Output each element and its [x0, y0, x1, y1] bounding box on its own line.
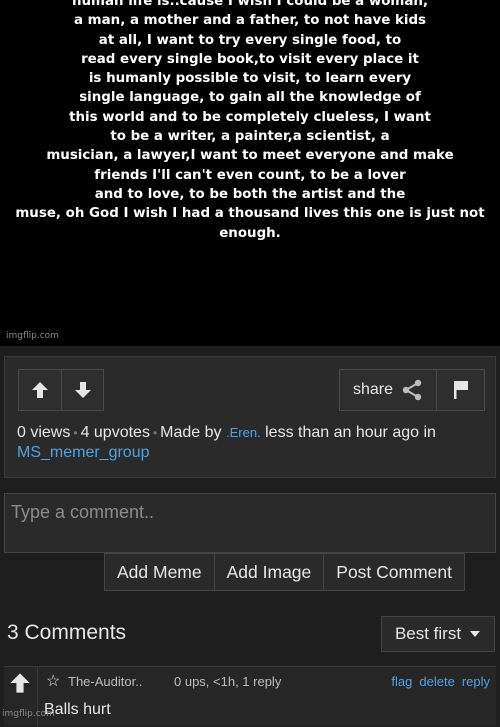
meme-image: human life is..cause I wish I could be a…: [0, 0, 500, 346]
share-label: share: [352, 381, 394, 398]
comment-placeholder: Type a comment..: [11, 502, 155, 522]
share-button[interactable]: share: [340, 370, 437, 410]
add-meme-button[interactable]: Add Meme: [105, 554, 214, 590]
meme-stats: 0 views • 4 upvotes • Made by .Eren. less th…: [17, 424, 436, 461]
vote-buttons: [18, 369, 104, 411]
comment-meta: 0 ups, <1h, 1 reply: [174, 674, 282, 689]
stream-link[interactable]: MS_memer_group: [17, 444, 150, 461]
sort-label: Best first: [394, 624, 462, 643]
maker-link[interactable]: .Eren.: [226, 425, 261, 440]
comment-actions: Add Meme Add Image Post Comment: [104, 553, 465, 591]
add-image-button[interactable]: Add Image: [213, 554, 324, 590]
comment-input[interactable]: Type a comment..: [4, 493, 496, 553]
flag-icon: [453, 381, 468, 399]
downvote-button[interactable]: [61, 370, 103, 410]
upvotes-count: 4 upvotes: [80, 424, 150, 441]
meme-info-panel: share 0 views • 4 upvotes • Made by .Eren. l…: [4, 356, 496, 478]
footer-watermark: imgflip.com: [2, 709, 55, 719]
comment-flag-link[interactable]: flag: [391, 674, 412, 689]
upvote-button[interactable]: [19, 370, 61, 410]
sort-dropdown[interactable]: Best first: [381, 616, 495, 652]
arrow-down-icon: [74, 382, 91, 398]
share-flag-buttons: share: [339, 369, 485, 411]
star-icon: ☆: [46, 673, 61, 690]
comments-count: 3 Comments: [7, 621, 127, 644]
comment-username[interactable]: The-Auditor..: [68, 674, 142, 689]
arrow-up-icon: [32, 382, 48, 398]
views-count: 0 views: [17, 424, 71, 441]
made-by-label: Made by: [160, 424, 222, 441]
comment-delete-link[interactable]: delete: [419, 674, 454, 689]
share-icon: [402, 379, 422, 401]
comment-reply-link[interactable]: reply: [462, 674, 490, 689]
comment-links: flag delete reply: [384, 674, 490, 689]
post-comment-button[interactable]: Post Comment: [323, 554, 464, 590]
time-text: less than an hour ago in: [265, 424, 436, 441]
meme-watermark: imgflip.com: [6, 331, 59, 341]
arrow-up-icon[interactable]: [8, 671, 32, 695]
caret-down-icon: [470, 631, 481, 637]
flag-button[interactable]: [437, 370, 484, 410]
meme-caption: human life is..cause I wish I could be a…: [15, 0, 485, 241]
comment-item: ☆ The-Auditor.. 0 ups, <1h, 1 reply flag…: [4, 666, 496, 727]
